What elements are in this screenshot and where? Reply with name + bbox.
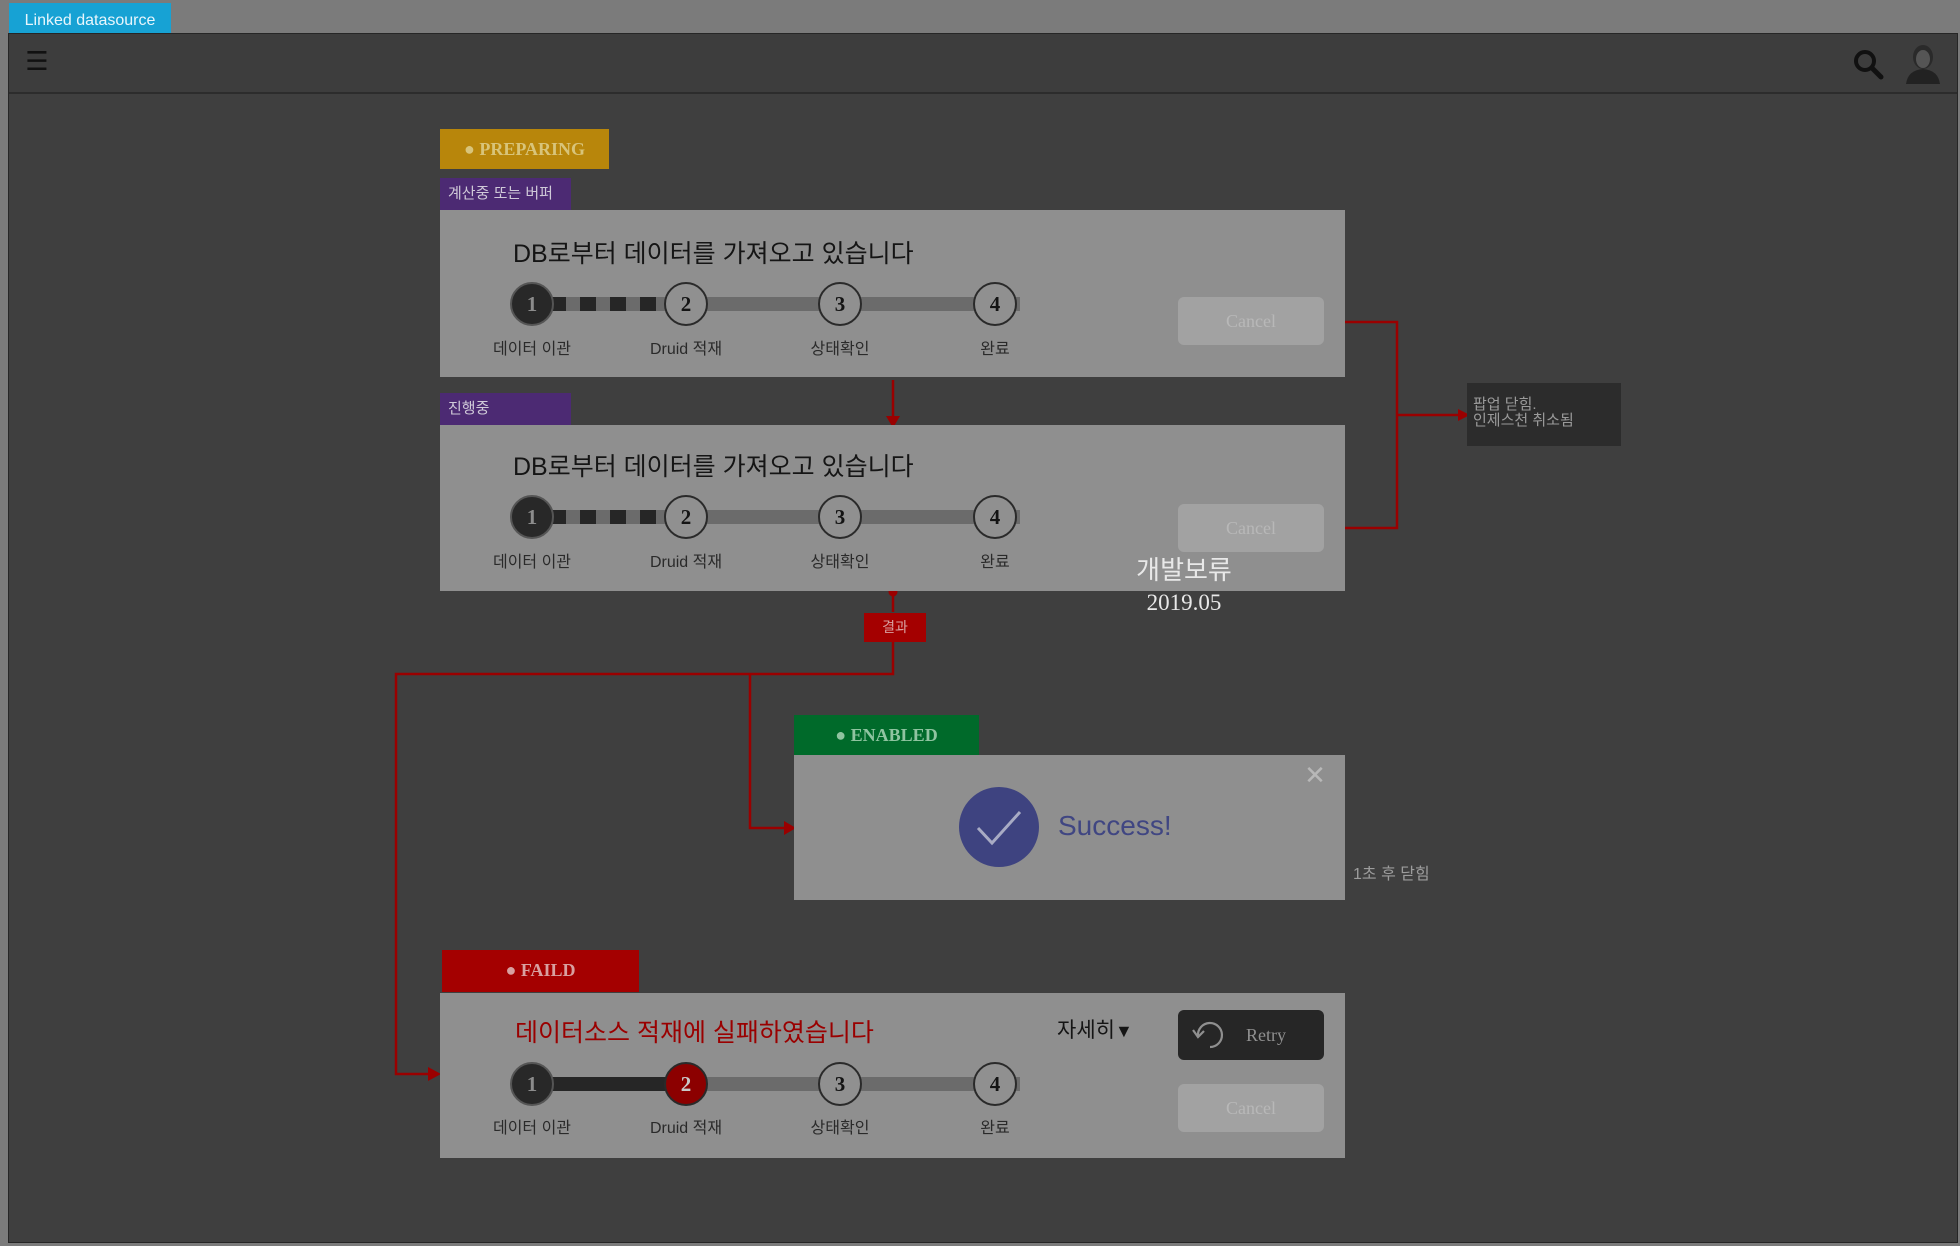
step-label-2: Druid 적재 bbox=[649, 1120, 723, 1137]
status-badge-failed: ● FAILD bbox=[442, 950, 639, 992]
step-label-3: 상태확인 bbox=[810, 1120, 870, 1137]
retry-icon bbox=[1192, 1021, 1223, 1049]
step-label-3: 상태확인 bbox=[810, 341, 870, 358]
step-circle-4: 4 bbox=[973, 282, 1017, 326]
popup-note-line1: 팝업 닫힘. bbox=[1473, 396, 1537, 413]
detail-label: 자세히 bbox=[1057, 1019, 1115, 1042]
step-circle-2: 2 bbox=[664, 282, 708, 326]
step-circle-4: 4 bbox=[973, 1062, 1017, 1106]
step-circle-3: 3 bbox=[818, 1062, 862, 1106]
step-label-1: 데이터 이관 bbox=[492, 341, 572, 358]
page-title: DB로부터 데이터를 가져오고 있습니다 bbox=[513, 240, 914, 268]
step-label-4: 완료 bbox=[980, 1120, 1010, 1137]
caret-down-icon: ▼ bbox=[1114, 1021, 1133, 1041]
result-tag: 결과 bbox=[864, 613, 926, 642]
auto-close-note: 1초 후 닫힘 bbox=[1353, 866, 1430, 883]
step-label-4: 완료 bbox=[980, 341, 1010, 358]
step-label-2: Druid 적재 bbox=[649, 341, 723, 358]
step-label-1: 데이터 이관 bbox=[492, 1120, 572, 1137]
tag-in-progress: 진행중 bbox=[440, 393, 571, 425]
close-icon[interactable]: ✕ bbox=[1303, 762, 1327, 788]
tag-buffer: 계산중 또는 버퍼 bbox=[440, 178, 571, 210]
popup-note: 팝업 닫힘. 인제스천 취소됨 bbox=[1467, 383, 1621, 446]
dev-note-line1: 개발보류 bbox=[1136, 556, 1232, 585]
step-circle-3: 3 bbox=[818, 282, 862, 326]
retry-button[interactable]: Retry bbox=[1178, 1010, 1324, 1060]
step-circle-1: 1 bbox=[510, 282, 554, 326]
status-badge-preparing: ● PREPARING bbox=[440, 129, 609, 169]
card-failed: 데이터소스 적재에 실패하였습니다 자세히▼ 1 2 3 4 데이터 이관 Dr… bbox=[440, 993, 1345, 1158]
step-label-2: Druid 적재 bbox=[649, 554, 723, 571]
cancel-button[interactable]: Cancel bbox=[1178, 1084, 1324, 1132]
dev-note-line2: 2019.05 bbox=[1146, 590, 1222, 615]
step-circle-2-failed: 2 bbox=[664, 1062, 708, 1106]
dev-note: 개발보류 2019.05 bbox=[1110, 555, 1258, 619]
step-circle-1: 1 bbox=[510, 495, 554, 539]
cancel-button[interactable]: Cancel bbox=[1178, 297, 1324, 345]
step-circle-1: 1 bbox=[510, 1062, 554, 1106]
error-title: 데이터소스 적재에 실패하였습니다 bbox=[515, 1019, 874, 1047]
step-circle-2: 2 bbox=[664, 495, 708, 539]
card-preparing: DB로부터 데이터를 가져오고 있습니다 1 2 3 4 데이터 이관 Drui… bbox=[440, 210, 1345, 377]
step-label-4: 완료 bbox=[980, 554, 1010, 571]
retry-label: Retry bbox=[1246, 1025, 1286, 1045]
popup-note-line2: 인제스천 취소됨 bbox=[1473, 412, 1574, 429]
card-enabled: ✕ Success! bbox=[794, 755, 1345, 900]
success-message: Success! bbox=[1058, 810, 1172, 841]
step-circle-3: 3 bbox=[818, 495, 862, 539]
cancel-button[interactable]: Cancel bbox=[1178, 504, 1324, 552]
detail-toggle[interactable]: 자세히▼ bbox=[1057, 1014, 1133, 1044]
page-title: DB로부터 데이터를 가져오고 있습니다 bbox=[513, 453, 914, 481]
step-circle-4: 4 bbox=[973, 495, 1017, 539]
step-label-1: 데이터 이관 bbox=[492, 554, 572, 571]
step-label-3: 상태확인 bbox=[810, 554, 870, 571]
check-circle-icon bbox=[959, 787, 1039, 867]
status-badge-enabled: ● ENABLED bbox=[794, 715, 979, 755]
